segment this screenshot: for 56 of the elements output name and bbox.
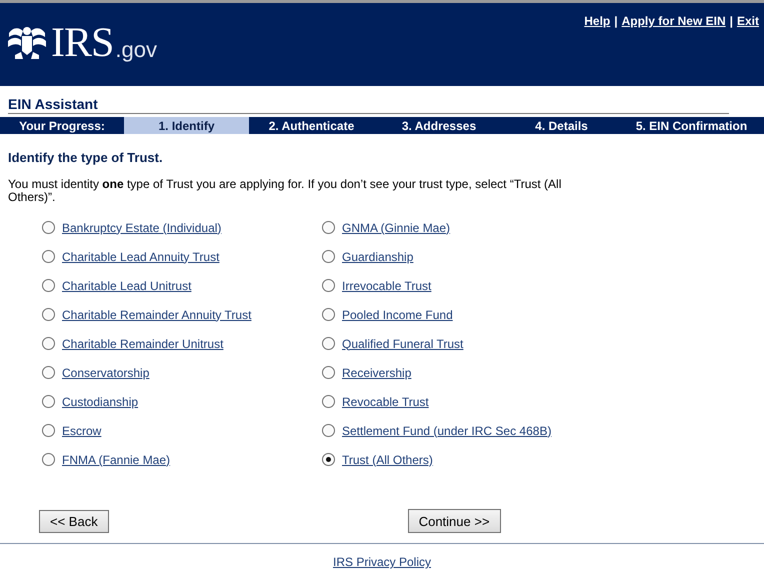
- option-link[interactable]: Charitable Remainder Annuity Trust: [62, 308, 252, 322]
- option-link[interactable]: Pooled Income Fund: [342, 308, 453, 322]
- option-link[interactable]: Revocable Trust: [342, 394, 429, 408]
- option-link[interactable]: Conservatorship: [62, 366, 150, 380]
- radio-button[interactable]: [42, 337, 55, 350]
- option-link[interactable]: Bankruptcy Estate (Individual): [62, 220, 222, 234]
- radio-button[interactable]: [322, 221, 335, 234]
- radio-button[interactable]: [42, 221, 55, 234]
- progress-step: 5. EIN Confirmation: [619, 117, 764, 134]
- radio-button[interactable]: [42, 250, 55, 263]
- option-link[interactable]: Custodianship: [62, 394, 138, 408]
- section-heading: Identify the type of Trust.: [8, 150, 164, 165]
- radio-button[interactable]: [42, 366, 55, 379]
- radio-button[interactable]: [322, 337, 335, 350]
- option-link[interactable]: Receivership: [342, 366, 412, 380]
- radio-button[interactable]: [322, 395, 335, 408]
- option-link[interactable]: Charitable Lead Unitrust: [62, 278, 192, 292]
- option-link[interactable]: Escrow: [62, 424, 102, 438]
- radio-button[interactable]: [42, 279, 55, 292]
- progress-step: 1. Identify: [124, 117, 249, 134]
- option-link[interactable]: Guardianship: [342, 250, 414, 264]
- option-link[interactable]: Trust (All Others): [342, 452, 433, 466]
- continue-button[interactable]: Continue >>: [408, 509, 501, 533]
- option-link[interactable]: Settlement Fund (under IRC Sec 468B): [342, 424, 552, 438]
- option-link[interactable]: Irrevocable Trust: [342, 278, 432, 292]
- link-separator: |: [614, 14, 618, 28]
- page-title: EIN Assistant: [8, 96, 729, 114]
- radio-button[interactable]: [322, 308, 335, 321]
- back-button[interactable]: << Back: [39, 510, 109, 533]
- radio-button[interactable]: [322, 424, 335, 437]
- radio-button[interactable]: [42, 424, 55, 437]
- progress-step: 4. Details: [504, 117, 619, 134]
- header-link[interactable]: Exit: [736, 14, 759, 28]
- header-link[interactable]: Apply for New EIN: [622, 14, 726, 28]
- option-link[interactable]: Charitable Lead Annuity Trust: [62, 250, 220, 264]
- option-link[interactable]: Qualified Funeral Trust: [342, 336, 464, 350]
- radio-button[interactable]: [322, 250, 335, 263]
- eagle-logo-icon: [7, 25, 47, 61]
- instruction-text: You must identity one type of Trust you are applying for. If you don’t see your trust type, select “Trust (All Others)”.: [8, 178, 562, 204]
- progress-label: Your Progress:: [18, 118, 106, 134]
- progress-step: 2. Authenticate: [249, 117, 374, 134]
- progress-step: 3. Addresses: [374, 117, 504, 134]
- header-link[interactable]: Help: [584, 14, 610, 28]
- radio-button[interactable]: [42, 453, 55, 466]
- radio-button[interactable]: [322, 366, 335, 379]
- radio-button[interactable]: [322, 279, 335, 292]
- link-separator: |: [730, 14, 733, 28]
- option-link[interactable]: FNMA (Fannie Mae): [62, 452, 170, 466]
- privacy-policy-link[interactable]: IRS Privacy Policy: [332, 555, 432, 569]
- option-link[interactable]: Charitable Remainder Unitrust: [62, 336, 224, 350]
- logo-suffix: .gov: [115, 37, 157, 63]
- option-link[interactable]: GNMA (Ginnie Mae): [342, 220, 450, 234]
- radio-button[interactable]: [42, 308, 55, 321]
- logo-text: IRS: [51, 19, 114, 67]
- radio-button[interactable]: [42, 395, 55, 408]
- radio-button[interactable]: [322, 453, 335, 466]
